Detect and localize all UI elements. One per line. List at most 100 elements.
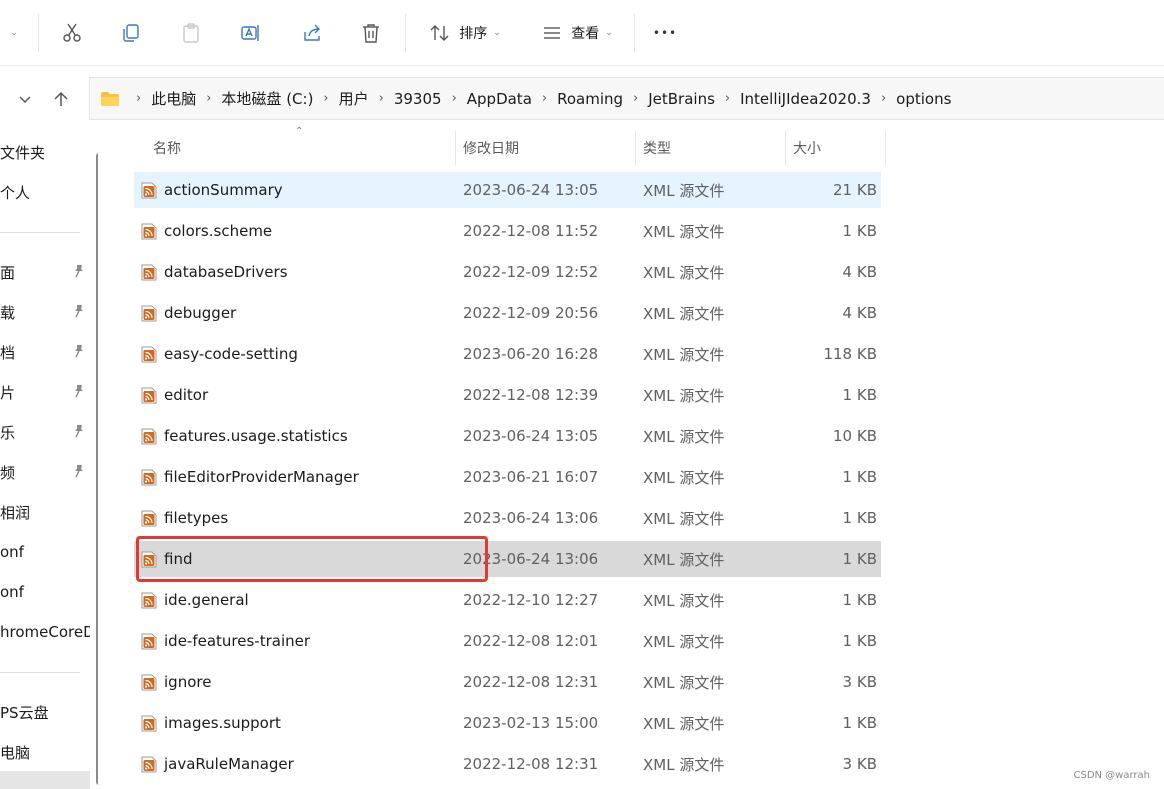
file-row[interactable]: images.support 2023-02-13 15:00 XML 源文件 1 K… bbox=[134, 705, 881, 741]
rename-button[interactable] bbox=[233, 14, 269, 52]
file-date-cell: 2023-06-24 13:06 bbox=[463, 509, 599, 527]
file-row[interactable]: ide-features-trainer 2022-12-08 12:01 XML … bbox=[134, 623, 881, 659]
column-header-date[interactable]: 修改日期 bbox=[444, 131, 634, 165]
sort-label: 排序 bbox=[459, 26, 488, 42]
sidebar-item[interactable]: hromeCoreDo bbox=[0, 616, 90, 648]
file-date-cell: 2023-06-20 16:28 bbox=[463, 345, 599, 363]
file-row[interactable]: debugger 2022-12-09 20:56 XML 源文件 4 KB bbox=[134, 295, 881, 331]
file-row[interactable]: colors.scheme 2022-12-08 11:52 XML 源文件 1 KB bbox=[134, 213, 881, 249]
sidebar-item[interactable]: 相润 bbox=[0, 496, 90, 528]
pin-icon bbox=[75, 385, 83, 398]
file-size-cell: 21 KB bbox=[833, 181, 877, 199]
up-button[interactable] bbox=[50, 88, 72, 110]
file-name-cell: editor bbox=[164, 386, 209, 404]
scissors-icon bbox=[63, 23, 81, 42]
paste-button[interactable] bbox=[173, 14, 209, 52]
file-type-cell: XML 源文件 bbox=[643, 427, 725, 446]
sidebar-item-selected[interactable] bbox=[0, 771, 90, 789]
breadcrumb-item[interactable]: 本地磁盘 (C:) bbox=[221, 88, 313, 109]
file-type-cell: XML 源文件 bbox=[643, 304, 725, 323]
file-name-cell: debugger bbox=[164, 304, 237, 322]
file-row[interactable]: editor 2022-12-08 12:39 XML 源文件 1 KB bbox=[134, 377, 881, 413]
file-size-cell: 4 KB bbox=[842, 263, 877, 281]
view-button[interactable]: 查看 ⌄ bbox=[532, 14, 622, 52]
delete-button[interactable] bbox=[353, 14, 389, 52]
sidebar-item[interactable]: 载 bbox=[0, 296, 90, 328]
sidebar-item[interactable]: 面 bbox=[0, 256, 90, 288]
file-type-cell: XML 源文件 bbox=[643, 755, 725, 774]
sidebar-item[interactable]: 频 bbox=[0, 456, 90, 488]
xml-file-icon bbox=[141, 264, 157, 281]
breadcrumb-item[interactable]: 39305 bbox=[394, 90, 442, 108]
rename-icon bbox=[241, 25, 259, 41]
file-date-cell: 2022-12-08 12:39 bbox=[463, 386, 599, 404]
new-dropdown-caret[interactable]: ⌄ bbox=[0, 14, 22, 52]
sidebar-item[interactable]: 乐 bbox=[0, 416, 90, 448]
file-size-cell: 3 KB bbox=[842, 673, 877, 691]
sidebar-item[interactable]: 个人 bbox=[0, 176, 90, 208]
sidebar-item[interactable]: onf bbox=[0, 576, 90, 608]
file-size-cell: 10 KB bbox=[833, 427, 877, 445]
copy-button[interactable] bbox=[113, 14, 149, 52]
recent-locations-button[interactable] bbox=[14, 88, 36, 110]
sidebar-item[interactable]: 档 bbox=[0, 336, 90, 368]
breadcrumb-item[interactable]: JetBrains bbox=[648, 90, 715, 108]
file-row[interactable]: ignore 2022-12-08 12:31 XML 源文件 3 KB bbox=[134, 664, 881, 700]
address-bar[interactable]: › 此电脑 › 本地磁盘 (C:) › 用户 › 39305 › AppData › Roaming… bbox=[89, 77, 1164, 120]
chevron-down-icon bbox=[19, 96, 31, 103]
column-divider[interactable] bbox=[885, 131, 886, 165]
sidebar-item[interactable]: onf bbox=[0, 536, 90, 568]
share-button[interactable] bbox=[294, 14, 330, 52]
breadcrumb-item[interactable]: options bbox=[896, 90, 951, 108]
sidebar-divider bbox=[0, 672, 80, 673]
sidebar-item-label: PS云盘 bbox=[0, 703, 49, 722]
cut-button[interactable] bbox=[54, 14, 90, 52]
chevron-right-icon: › bbox=[206, 91, 212, 106]
xml-file-icon bbox=[141, 633, 157, 650]
chevron-right-icon: › bbox=[323, 91, 329, 106]
file-date-cell: 2023-06-24 13:05 bbox=[463, 427, 599, 445]
pin-icon bbox=[75, 465, 83, 478]
file-name-cell: ignore bbox=[164, 673, 212, 691]
breadcrumb-item[interactable]: IntelliJIdea2020.3 bbox=[740, 90, 871, 108]
file-date-cell: 2022-12-08 12:31 bbox=[463, 673, 599, 691]
file-row[interactable]: javaRuleManager 2022-12-08 12:31 XML 源文件 3 … bbox=[134, 746, 881, 782]
column-header-size[interactable]: 大小 bbox=[774, 131, 884, 165]
sidebar-item[interactable]: 片 bbox=[0, 376, 90, 408]
more-options-button[interactable]: ••• bbox=[645, 14, 685, 52]
file-size-cell: 3 KB bbox=[842, 755, 877, 773]
breadcrumb-item[interactable]: 用户 bbox=[339, 88, 369, 109]
xml-file-icon bbox=[141, 346, 157, 363]
chevron-right-icon: › bbox=[724, 91, 731, 106]
file-date-cell: 2022-12-08 11:52 bbox=[463, 222, 599, 240]
sort-button[interactable]: 排序 ⌄ bbox=[420, 14, 510, 52]
file-row[interactable]: fileEditorProviderManager 2023-06-21 16:0… bbox=[134, 459, 881, 495]
file-row[interactable]: filetypes 2023-06-24 13:06 XML 源文件 1 KB bbox=[134, 500, 881, 536]
sidebar-item-label: 电脑 bbox=[0, 743, 31, 762]
view-list-icon bbox=[544, 27, 561, 39]
file-type-cell: XML 源文件 bbox=[643, 591, 725, 610]
sidebar-item[interactable]: 电脑 bbox=[0, 736, 90, 768]
file-size-cell: 118 KB bbox=[823, 345, 877, 363]
file-row[interactable]: easy-code-setting 2023-06-20 16:28 XML 源文件… bbox=[134, 336, 881, 372]
breadcrumb-item[interactable]: Roaming bbox=[557, 90, 623, 108]
xml-file-icon bbox=[141, 674, 157, 691]
sidebar-item-label: 档 bbox=[0, 343, 16, 362]
trash-icon bbox=[363, 24, 379, 43]
file-size-cell: 1 KB bbox=[842, 591, 877, 609]
file-row[interactable]: features.usage.statistics 2023-06-24 13:0… bbox=[134, 418, 881, 454]
view-label: 查看 bbox=[571, 26, 600, 42]
file-row[interactable]: actionSummary 2023-06-24 13:05 XML 源文件 21 K… bbox=[134, 172, 881, 208]
file-date-cell: 2023-02-13 15:00 bbox=[463, 714, 599, 732]
sidebar-item[interactable]: 文件夹 bbox=[0, 136, 90, 168]
file-row[interactable]: ide.general 2022-12-10 12:27 XML 源文件 1 KB bbox=[134, 582, 881, 618]
sidebar-item[interactable]: PS云盘 bbox=[0, 696, 90, 728]
column-header-type[interactable]: 类型 bbox=[624, 131, 784, 165]
file-row[interactable]: databaseDrivers 2022-12-09 12:52 XML 源文件 4 … bbox=[134, 254, 881, 290]
column-header-name[interactable]: 名称 bbox=[134, 131, 454, 165]
file-name-cell: actionSummary bbox=[164, 181, 283, 199]
breadcrumb-item[interactable]: AppData bbox=[467, 90, 532, 108]
breadcrumb-item[interactable]: 此电脑 bbox=[151, 88, 196, 109]
file-size-cell: 1 KB bbox=[842, 222, 877, 240]
sidebar-scrollbar[interactable] bbox=[96, 153, 98, 785]
